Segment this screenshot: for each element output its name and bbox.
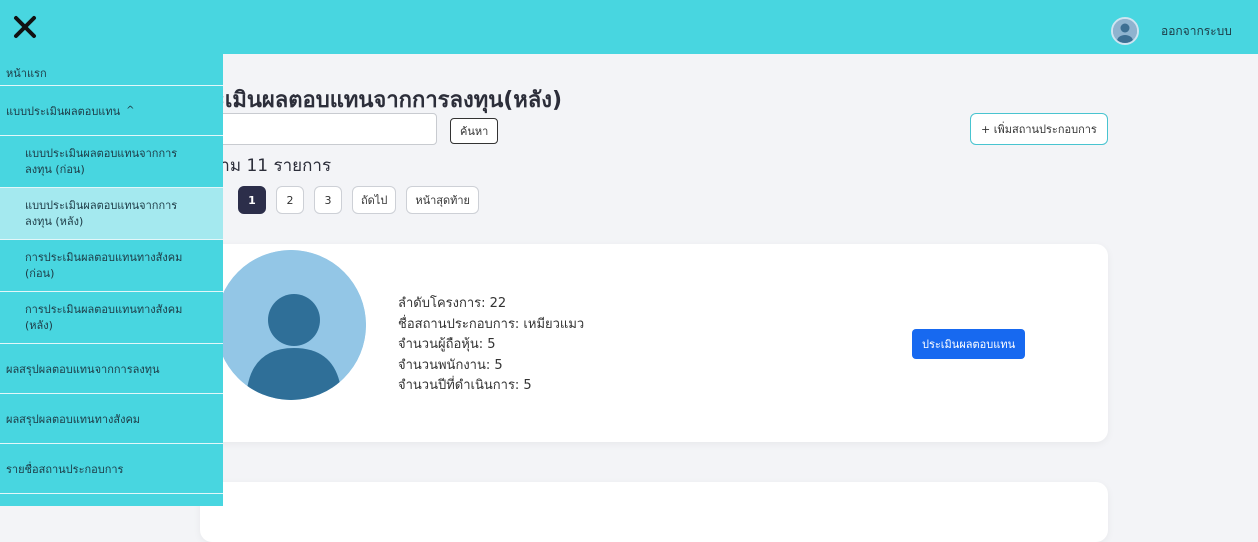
project-card (200, 482, 1108, 542)
sidebar-item-home[interactable]: หน้าแรก (0, 54, 223, 86)
sidebar-item-label: การประเมินผลตอบแทนทางสังคม (หลัง) (25, 302, 183, 332)
close-menu-button[interactable] (10, 12, 40, 42)
search-input[interactable] (205, 113, 437, 145)
sidebar-item-label: หน้าแรก (6, 67, 47, 80)
sidebar-item-label: การประเมินผลตอบแทนทางสังคม (ก่อน) (25, 250, 183, 280)
establishment-name: ชื่อสถานประกอบการ: เหมียวแมว (398, 316, 585, 332)
user-avatar[interactable] (1111, 17, 1139, 45)
sidebar-item-label: แบบประเมินผลตอบแทนจากการ ลงทุน (หลัง) (25, 198, 178, 228)
page-1-button[interactable]: 1 (238, 186, 266, 214)
sidebar-item-investment-before[interactable]: แบบประเมินผลตอบแทนจากการ ลงทุน (ก่อน) (0, 136, 223, 188)
user-avatar-icon (1113, 19, 1137, 43)
sidebar-item-label: รายชื่อสถานประกอบการ (6, 462, 124, 476)
project-number: ลำดับโครงการ: 22 (398, 296, 507, 311)
user-avatar-icon (216, 250, 366, 400)
close-icon (14, 16, 36, 38)
page-2-button[interactable]: 2 (276, 186, 304, 214)
sidebar-item-label: แบบประเมินผลตอบแทนจากการ ลงทุน (ก่อน) (25, 146, 178, 176)
evaluate-returns-button[interactable]: ประเมินผลตอบแทน (912, 329, 1026, 359)
project-details: ลำดับโครงการ: 22 ชื่อสถานประกอบการ: เหมี… (398, 294, 584, 397)
sidebar-item-social-summary[interactable]: ผลสรุปผลตอบแทนทางสังคม (0, 394, 223, 444)
sidebar-item-social-after[interactable]: การประเมินผลตอบแทนทางสังคม (หลัง) (0, 292, 223, 344)
result-count: ถาม 11 รายการ (210, 156, 332, 176)
sidebar-item-evaluation-forms[interactable]: แบบประเมินผลตอบแทน ^ (0, 86, 223, 136)
page-3-button[interactable]: 3 (314, 186, 342, 214)
employee-count: จำนวนพนักงาน: 5 (398, 357, 503, 373)
top-bar: ออกจากระบบ (0, 0, 1258, 54)
search-button[interactable]: ค้นหา (450, 118, 499, 144)
sidebar-item-label: ผลสรุปผลตอบแทนจากการลงทุน (6, 362, 160, 376)
shareholder-count: จำนวนผู้ถือหุ้น: 5 (398, 337, 496, 352)
project-card: ลำดับโครงการ: 22 ชื่อสถานประกอบการ: เหมี… (200, 244, 1108, 442)
sidebar-item-social-before[interactable]: การประเมินผลตอบแทนทางสังคม (ก่อน) (0, 240, 223, 292)
logout-link[interactable]: ออกจากระบบ (1161, 22, 1232, 41)
sidebar: หน้าแรก แบบประเมินผลตอบแทน ^ แบบประเมินผ… (0, 54, 223, 506)
sidebar-item-label: แบบประเมินผลตอบแทน (6, 104, 121, 118)
years-in-operation: จำนวนปีที่ดำเนินการ: 5 (398, 378, 532, 393)
sidebar-item-investment-after[interactable]: แบบประเมินผลตอบแทนจากการ ลงทุน (หลัง) (0, 188, 223, 240)
add-establishment-button[interactable]: + เพิ่มสถานประกอบการ (970, 113, 1108, 145)
last-page-button[interactable]: หน้าสุดท้าย (406, 186, 480, 214)
sidebar-item-investment-summary[interactable]: ผลสรุปผลตอบแทนจากการลงทุน (0, 344, 223, 394)
sidebar-item-label: ผลสรุปผลตอบแทนทางสังคม (6, 412, 141, 426)
sidebar-item-establishments[interactable]: รายชื่อสถานประกอบการ (0, 444, 223, 494)
profile-image (216, 250, 366, 400)
pagination: 1 2 3 ถัดไป หน้าสุดท้าย (238, 186, 480, 214)
page-title: ะเมินผลตอบแทนจากการลงทุน(หลัง) (213, 88, 563, 113)
next-page-button[interactable]: ถัดไป (352, 186, 397, 214)
chevron-up-icon: ^ (126, 105, 135, 116)
